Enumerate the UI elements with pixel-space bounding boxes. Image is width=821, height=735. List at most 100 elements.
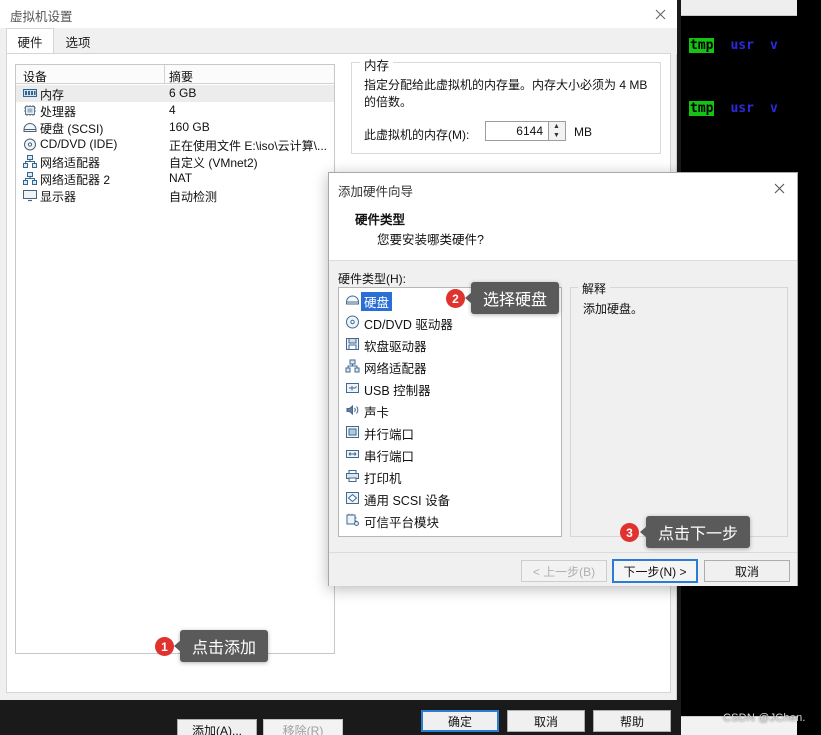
annotation-badge-2: 2	[446, 289, 465, 308]
harddisk-icon	[23, 121, 37, 134]
table-row[interactable]: 网络适配器 自定义 (VMnet2)	[16, 153, 334, 170]
hardware-type-label: 硬件类型(H):	[338, 272, 406, 286]
memory-spinner[interactable]: ▲ ▼	[549, 121, 566, 141]
harddisk-icon	[345, 293, 360, 307]
cancel-button[interactable]: 取消	[507, 710, 585, 732]
terminal-dir-v: v	[769, 101, 778, 116]
hardware-type-list[interactable]: 硬盘 CD/DVD 驱动器 软盘驱动器 网络适配器 USB 控制器 声卡 并行端…	[338, 287, 562, 537]
list-item-label: 网络适配器	[364, 362, 427, 376]
device-summary: 自定义 (VMnet2)	[169, 156, 258, 170]
terminal-dir-usr: usr	[730, 101, 754, 116]
memory-field-label: 此虚拟机的内存(M):	[364, 128, 470, 142]
column-header-device: 设备	[23, 70, 48, 84]
explanation-title: 解释	[578, 280, 611, 297]
device-name: CD/DVD (IDE)	[40, 137, 118, 151]
table-row[interactable]: 内存 6 GB	[16, 85, 334, 102]
list-item[interactable]: 网络适配器	[339, 357, 561, 376]
memory-unit-label: MB	[574, 125, 592, 139]
network-icon	[23, 172, 37, 185]
scsi-icon	[345, 491, 360, 505]
csdn-watermark: CSDN @JChen.	[723, 712, 806, 724]
explanation-group: 解释 添加硬盘。	[570, 280, 788, 537]
wizard-heading: 硬件类型	[355, 213, 406, 227]
add-button[interactable]: 添加(A)...	[177, 719, 257, 735]
terminal-top-strip	[681, 0, 797, 16]
device-summary: 160 GB	[169, 120, 210, 134]
list-item-label: 可信平台模块	[364, 516, 440, 530]
list-item[interactable]: 并行端口	[339, 423, 561, 442]
network-icon	[345, 359, 360, 373]
terminal-dir-usr: usr	[730, 38, 754, 53]
device-name: 网络适配器 2	[40, 173, 111, 187]
annotation-badge-3: 3	[620, 523, 639, 542]
remove-button: 移除(R)	[263, 719, 343, 735]
network-icon	[23, 155, 37, 168]
memory-group-title: 内存	[360, 55, 394, 74]
table-row[interactable]: 硬盘 (SCSI) 160 GB	[16, 119, 334, 136]
terminal-line: tmp usr v	[689, 101, 778, 116]
column-header-summary: 摘要	[169, 70, 194, 84]
device-name: 网络适配器	[40, 156, 101, 170]
table-row[interactable]: 处理器 4	[16, 102, 334, 119]
list-item[interactable]: 打印机	[339, 467, 561, 486]
device-name: 内存	[40, 88, 65, 102]
annotation-badge-1: 1	[155, 637, 174, 656]
terminal-line: tmp usr v	[689, 38, 778, 53]
spinner-down-icon[interactable]: ▼	[549, 131, 564, 140]
help-button[interactable]: 帮助	[593, 710, 671, 732]
list-item[interactable]: USB 控制器	[339, 379, 561, 398]
tab-options[interactable]: 选项	[54, 28, 102, 54]
list-item-label: 打印机	[364, 472, 402, 486]
list-item-label: 硬盘	[361, 292, 393, 311]
list-item[interactable]: 通用 SCSI 设备	[339, 489, 561, 508]
list-item-label: USB 控制器	[364, 384, 431, 398]
terminal-dir-tmp: tmp	[689, 101, 715, 116]
table-row[interactable]: CD/DVD (IDE) 正在使用文件 E:\iso\云计算\...	[16, 136, 334, 153]
back-button: < 上一步(B)	[521, 560, 607, 582]
annotation-callout-3: 点击下一步	[639, 516, 751, 548]
annotation-callout-1: 点击添加	[173, 630, 269, 662]
explanation-text: 添加硬盘。	[583, 302, 644, 316]
device-table: 设备 摘要 内存 6 GB 处理器 4 硬盘 (SCSI) 160 GB CD/…	[15, 64, 335, 654]
device-table-header: 设备 摘要	[16, 65, 334, 84]
list-item[interactable]: CD/DVD 驱动器	[339, 313, 561, 332]
wizard-cancel-button[interactable]: 取消	[704, 560, 790, 582]
vm-settings-titlebar: 虚拟机设置	[0, 0, 677, 28]
window-title: 虚拟机设置	[10, 10, 73, 24]
device-name: 显示器	[40, 190, 77, 204]
spinner-up-icon[interactable]: ▲	[549, 122, 564, 131]
parallel-icon	[345, 425, 360, 439]
close-icon[interactable]	[764, 175, 794, 201]
list-item-label: 声卡	[364, 406, 390, 420]
tab-hardware[interactable]: 硬件	[6, 28, 54, 54]
memory-description: 指定分配给此虚拟机的内存量。内存大小必须为 4 MB 的倍数。	[364, 78, 648, 109]
table-row[interactable]: 显示器 自动检测	[16, 187, 334, 204]
list-item[interactable]: 声卡	[339, 401, 561, 420]
cddvd-icon	[23, 138, 37, 151]
annotation-callout-2: 选择硬盘	[464, 282, 560, 314]
memory-settings-group: 内存 指定分配给此虚拟机的内存量。内存大小必须为 4 MB 的倍数。 此虚拟机的…	[351, 55, 661, 154]
terminal-dir-tmp: tmp	[689, 38, 715, 53]
device-summary: 6 GB	[169, 86, 197, 100]
next-button[interactable]: 下一步(N) >	[612, 559, 698, 583]
cddvd-icon	[345, 315, 360, 329]
list-item-label: 通用 SCSI 设备	[364, 494, 451, 508]
cpu-icon	[23, 104, 37, 117]
list-item[interactable]: 软盘驱动器	[339, 335, 561, 354]
terminal-dir-v: v	[769, 38, 778, 53]
table-row[interactable]: 网络适配器 2 NAT	[16, 170, 334, 187]
wizard-titlebar: 添加硬件向导 硬件类型 您要安装哪类硬件?	[329, 173, 797, 261]
usb-icon	[345, 381, 360, 395]
ok-button[interactable]: 确定	[421, 710, 499, 732]
sound-icon	[345, 403, 360, 417]
device-summary: 4	[169, 103, 176, 117]
tpm-icon	[345, 513, 360, 527]
list-item-label: 串行端口	[364, 450, 415, 464]
wizard-subheading: 您要安装哪类硬件?	[377, 233, 484, 247]
serial-icon	[345, 447, 360, 461]
list-item[interactable]: 串行端口	[339, 445, 561, 464]
list-item-label: 并行端口	[364, 428, 415, 442]
memory-input[interactable]: 6144	[485, 121, 549, 141]
list-item[interactable]: 可信平台模块	[339, 511, 561, 530]
close-icon[interactable]	[644, 0, 677, 28]
